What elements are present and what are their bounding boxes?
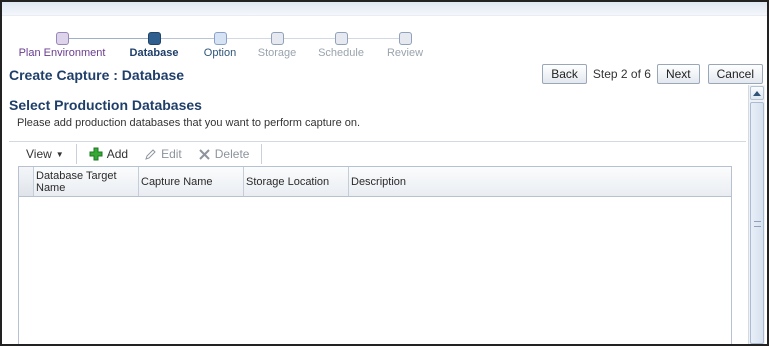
edit-button[interactable]: Edit: [136, 147, 190, 161]
view-menu-label: View: [26, 147, 52, 161]
section-title: Select Production Databases: [9, 97, 202, 113]
view-menu[interactable]: View ▼: [18, 147, 72, 161]
scroll-grip: [754, 221, 761, 227]
toolbar-separator: [75, 144, 77, 164]
toolbar-separator: [261, 144, 263, 164]
add-button-label: Add: [106, 147, 129, 161]
table-header: Database Target Name Capture Name Storag…: [19, 167, 731, 197]
step-label-option[interactable]: Option: [204, 47, 236, 59]
vertical-scrollbar[interactable]: [748, 85, 765, 344]
step-node-database: [148, 32, 161, 45]
step-node-plan-environment[interactable]: [56, 32, 69, 45]
step-train: Plan Environment Database Option Storage…: [2, 30, 442, 64]
divider: [9, 141, 746, 142]
column-header-storage-location[interactable]: Storage Location: [244, 167, 349, 196]
top-band: [2, 2, 767, 16]
back-button[interactable]: Back: [542, 64, 587, 84]
step-node-review: [399, 32, 412, 45]
step-label-plan-environment[interactable]: Plan Environment: [19, 47, 106, 59]
step-label-review: Review: [386, 47, 424, 59]
step-node-storage: [271, 32, 284, 45]
train-connector: [62, 38, 154, 39]
step-label-database: Database: [129, 47, 179, 59]
app-window: Plan Environment Database Option Storage…: [0, 0, 769, 346]
column-header-database-target-name[interactable]: Database Target Name: [34, 167, 139, 196]
delete-button[interactable]: Delete: [190, 147, 258, 161]
step-node-option[interactable]: [214, 32, 227, 45]
navigation-buttons: Back Step 2 of 6 Next Cancel: [542, 64, 763, 84]
select-all-column[interactable]: [19, 167, 34, 196]
caret-down-icon: ▼: [55, 149, 64, 159]
step-indicator: Step 2 of 6: [592, 67, 651, 81]
add-icon: [89, 147, 103, 161]
train-connector: [154, 38, 220, 39]
step-label-schedule: Schedule: [318, 47, 364, 59]
scroll-up-button[interactable]: [750, 86, 764, 100]
train-connector: [220, 38, 406, 39]
cancel-button[interactable]: Cancel: [707, 64, 763, 84]
step-label-storage: Storage: [257, 47, 297, 59]
pencil-icon: [145, 148, 156, 160]
step-node-schedule: [335, 32, 348, 45]
chevron-up-icon: [753, 91, 761, 96]
column-header-capture-name[interactable]: Capture Name: [139, 167, 244, 196]
databases-table: Database Target Name Capture Name Storag…: [18, 166, 732, 344]
table-toolbar: View ▼ Add Edit Delete: [18, 144, 733, 164]
delete-x-icon: [199, 148, 210, 160]
delete-button-label: Delete: [214, 147, 250, 161]
add-button[interactable]: Add: [81, 147, 136, 161]
edit-button-label: Edit: [161, 147, 182, 161]
section-description: Please add production databases that you…: [17, 117, 361, 129]
next-button[interactable]: Next: [656, 64, 700, 84]
scroll-thumb[interactable]: [750, 102, 764, 344]
page-title: Create Capture : Database: [9, 67, 185, 83]
column-header-description[interactable]: Description: [349, 167, 731, 196]
